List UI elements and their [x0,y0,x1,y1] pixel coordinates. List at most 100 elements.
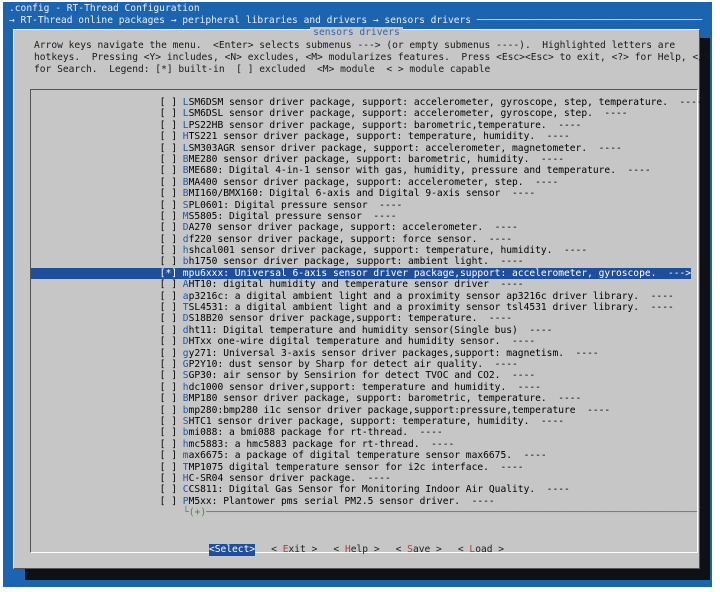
menu-item-checkbox[interactable]: [ ] [31,234,177,245]
menu-item[interactable]: [ ] dht11: Digital temperature and humid… [31,325,697,336]
menu-item-label: BMA400 sensor driver package, support: a… [177,177,558,188]
menu-item-checkbox[interactable]: [ ] [31,473,177,484]
menu-item-checkbox[interactable]: [ ] [31,154,177,165]
menu-item-label: LSM6DSM sensor driver package, support: … [177,97,703,108]
menu-item-checkbox[interactable]: [ ] [31,450,177,461]
help-text-line-1: Arrow keys navigate the menu. <Enter> se… [34,40,676,51]
menu-item[interactable]: [ ] PM5xx: Plantower pms serial PM2.5 se… [31,496,697,507]
dialog-title: sensors drivers [14,27,699,38]
menu-item-label: SGP30: air sensor by Sensirion for detec… [177,370,535,381]
menu-item-checkbox[interactable]: [ ] [31,120,177,131]
menu-item-text: MP180 sensor driver package, support: ba… [188,393,582,405]
menu-item-checkbox[interactable]: [ ] [31,131,177,142]
menu-item-checkbox[interactable]: [ ] [31,143,177,154]
menu-item[interactable]: [*] mpu6xxx: Universal 6-axis sensor dri… [31,267,697,280]
menu-item[interactable]: [ ] LSM6DSM sensor driver package, suppo… [31,97,703,108]
menu-item[interactable]: [ ] df220 sensor driver package, support… [31,234,697,245]
select-button[interactable]: <Select> [208,544,256,556]
menu-item-checkbox[interactable]: [ ] [31,245,177,256]
menu-item-checkbox[interactable]: [ ] [31,177,177,188]
menu-item-checkbox[interactable]: [ ] [31,405,177,416]
menu-item-text: GP30: air sensor by Sensirion for detect… [188,370,536,382]
menu-item-checkbox[interactable]: [ ] [31,222,177,233]
load-button[interactable]: < Load > [458,544,504,556]
menu-item-checkbox[interactable]: [ ] [31,313,177,324]
menu-item-label: BME280 sensor driver package, support: b… [177,154,564,165]
menu-item[interactable]: [ ] hdc1000 sensor driver,support: tempe… [31,382,697,393]
menu-item-checkbox[interactable]: [ ] [31,359,177,370]
menu-item-text: S5805: Digital pressure sensor ---- [188,210,397,222]
menu-item-text: CS811: Digital Gas Sensor for Monitoring… [188,484,570,496]
menu-item-checkbox[interactable]: [ ] [31,496,177,507]
menu-item-checkbox[interactable]: [ ] [31,97,177,108]
menu-item[interactable]: [ ] TSL4531: a digital ambient light and… [31,302,697,313]
menu-item-checkbox[interactable]: [ ] [31,416,177,427]
menu-item[interactable]: [ ] CCS811: Digital Gas Sensor for Monit… [31,484,697,495]
menu-item-checkbox[interactable]: [ ] [31,256,177,267]
menu-item[interactable]: [ ] LSM6DSL sensor driver package, suppo… [31,108,697,119]
menu-item-checkbox[interactable]: [ ] [31,393,177,404]
menu-item[interactable]: [ ] BMA400 sensor driver package, suppor… [31,177,697,188]
menu-item-checkbox[interactable]: [ ] [31,484,177,495]
menu-item[interactable]: [ ] DS18B20 sensor driver package,suppor… [31,313,697,324]
menu-item-checkbox[interactable]: [ ] [31,427,177,438]
menu-item-label: SHTC1 sensor driver package, support: te… [177,416,564,427]
menu-item[interactable]: [ ] SHTC1 sensor driver package, support… [31,416,697,427]
menu-item[interactable]: [ ] BMP180 sensor driver package, suppor… [31,393,697,404]
menu-item-checkbox[interactable]: [ ] [31,439,177,450]
menu-item-checkbox[interactable]: [ ] [31,211,177,222]
menu-item[interactable]: [ ] AHT10: digital humidity and temperat… [31,279,697,290]
menu-item[interactable]: [ ] DA270 sensor driver package, support… [31,222,697,233]
menu-item-checkbox[interactable]: [*] [31,267,177,280]
menu-item-checkbox[interactable]: [ ] [31,302,177,313]
menu-item-label: TMP1075 digital temperature sensor for i… [177,462,524,473]
menu-item[interactable]: [ ] hshcal001 sensor driver package, sup… [31,245,697,256]
menu-item[interactable]: [ ] bh1750 sensor driver package, suppor… [31,256,697,267]
menu-list-box[interactable]: [ ] LSM6DSM sensor driver package, suppo… [30,89,703,553]
save-button[interactable]: < Save > [396,544,442,556]
menu-item-checkbox[interactable]: [ ] [31,348,177,359]
menu-item-label: bh1750 sensor driver package, support: a… [177,256,524,267]
menu-item[interactable]: [ ] HC-SR04 sensor driver package. ---- [31,473,697,484]
menu-item-checkbox[interactable]: [ ] [31,370,177,381]
menu-item[interactable]: [ ] hmc5883: a hmc5883 package for rt-th… [31,439,697,450]
menu-item-checkbox[interactable]: [ ] [31,291,177,302]
menu-item-label: TSL4531: a digital ambient light and a p… [177,302,674,313]
menu-item[interactable]: [ ] LSM303AGR sensor driver package, sup… [31,143,697,154]
menu-item-checkbox[interactable]: [ ] [31,382,177,393]
menu-item-checkbox[interactable]: [ ] [31,336,177,347]
menu-item-checkbox[interactable]: [ ] [31,165,177,176]
menu-item[interactable]: [ ] max6675: a package of digital temper… [31,450,697,461]
menu-item-label: LSM303AGR sensor driver package, support… [177,143,622,154]
menu-item[interactable]: [ ] MS5805: Digital pressure sensor ---- [31,211,697,222]
menu-item-label: SPL0601: Digital pressure sensor ---- [177,200,403,211]
menu-item-checkbox[interactable]: [ ] [31,200,177,211]
menu-item-text: mc5883: a hmc5883 package for rt-thread.… [188,438,455,450]
menu-item-text: S18B20 sensor driver package,support: te… [188,313,513,325]
menu-item[interactable]: [ ] HTS221 sensor driver package, suppor… [31,131,697,142]
help-button[interactable]: < Help > [333,544,379,556]
menu-item[interactable]: [ ] TMP1075 digital temperature sensor f… [31,462,697,473]
menu-item[interactable]: [ ] LPS22HB sensor driver package, suppo… [31,120,697,131]
menu-item[interactable]: [ ] BME280 sensor driver package, suppor… [31,154,697,165]
menu-item-checkbox[interactable]: [ ] [31,462,177,473]
menu-item[interactable]: [ ] ap3216c: a digital ambient light and… [31,291,697,302]
menu-item[interactable]: [ ] GP2Y10: dust sensor by Sharp for det… [31,359,697,370]
menu-item-label: dht11: Digital temperature and humidity … [177,325,553,336]
menu-item-checkbox[interactable]: [ ] [31,108,177,119]
menu-item-checkbox[interactable]: [ ] [31,188,177,199]
menu-item-text: SM6DSL sensor driver package, support: a… [188,108,628,120]
menu-item-checkbox[interactable]: [ ] [31,325,177,336]
exit-button[interactable]: < Exit > [271,544,317,556]
menu-item[interactable]: [ ] SPL0601: Digital pressure sensor ---… [31,200,697,211]
menu-item[interactable]: [ ] BME680: Digital 4-in-1 sensor with g… [31,165,697,176]
menu-item[interactable]: [ ] gy271: Universal 3-axis sensor drive… [31,348,697,359]
menu-item[interactable]: [ ] bmi088: a bmi088 package for rt-thre… [31,427,697,438]
menu-item[interactable]: [ ] bmp280:bmp280 i1c sensor driver pack… [31,405,697,416]
menu-item[interactable]: [ ] DHTxx one-wire digital temperature a… [31,336,697,347]
menu-item-checkbox[interactable]: [ ] [31,279,177,290]
menu-item-text: p3216c: a digital ambient light and a pr… [188,290,674,302]
menu-item[interactable]: [ ] BMI160/BMX160: Digital 6-axis and Di… [31,188,697,199]
menu-item-label: hmc5883: a hmc5883 package for rt-thread… [177,439,454,450]
menu-item[interactable]: [ ] SGP30: air sensor by Sensirion for d… [31,370,697,381]
